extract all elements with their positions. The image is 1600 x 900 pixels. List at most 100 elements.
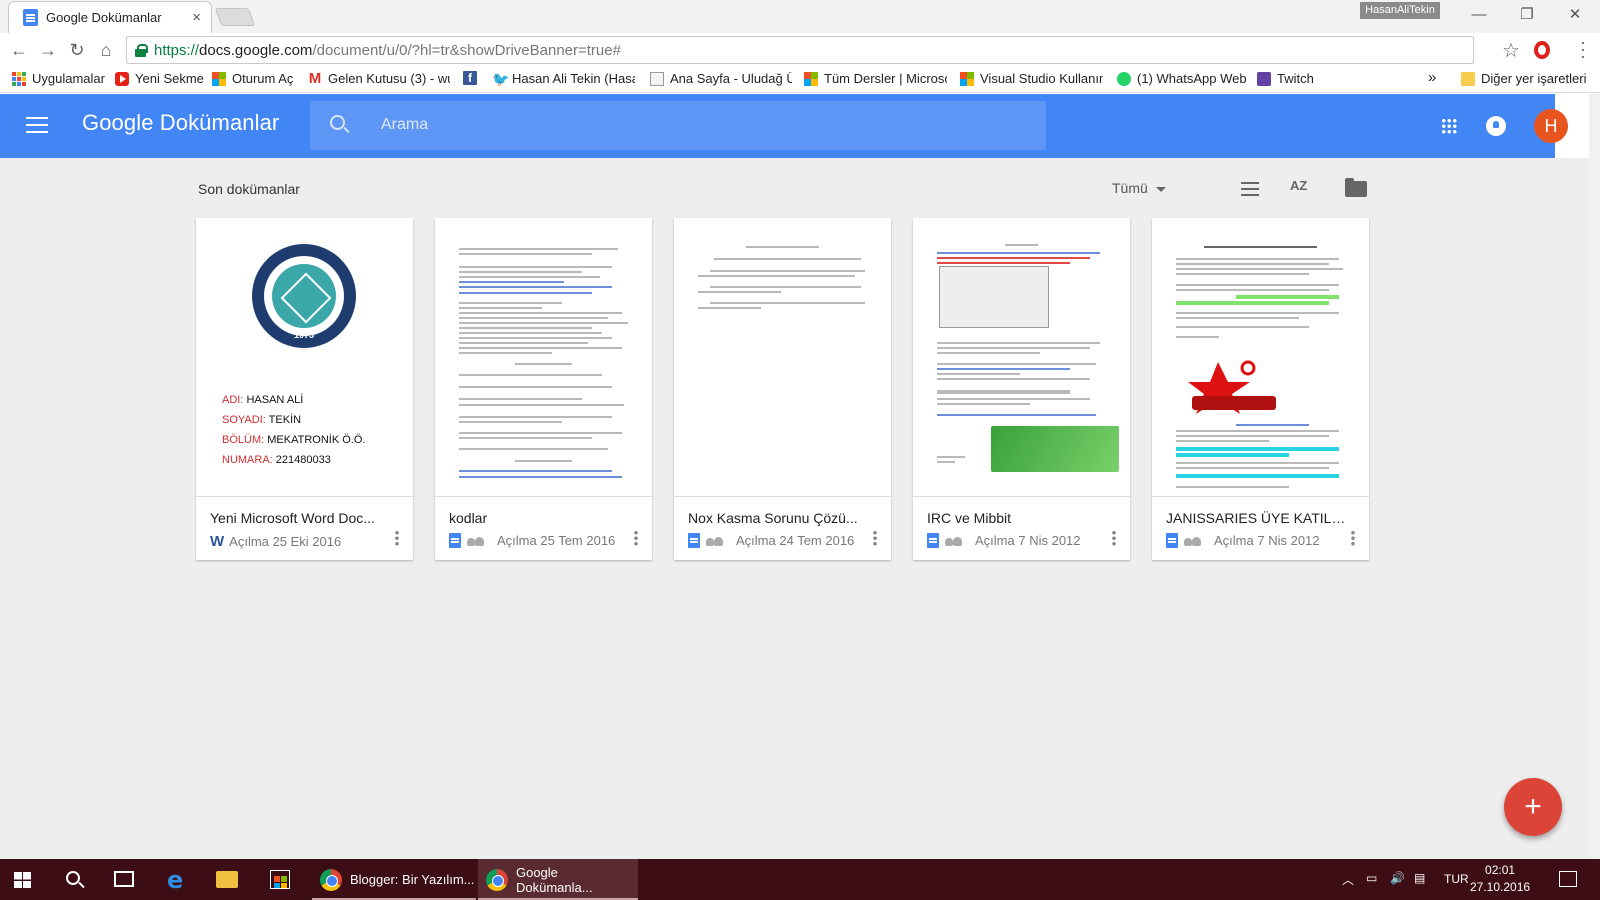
bookmark-label: Ana Sayfa - Uludağ Ü <box>670 71 792 86</box>
opened-label: Açılma <box>1214 533 1254 548</box>
chrome-icon <box>320 868 342 891</box>
document-meta: Açılma 24 Tem 2016 <box>688 533 854 548</box>
more-options-icon[interactable] <box>1112 530 1116 546</box>
bookmark-gmail[interactable]: M Gelen Kutusu (3) - wu <box>308 71 450 86</box>
network-icon[interactable]: ▤ <box>1414 871 1425 885</box>
file-explorer-icon[interactable] <box>216 871 238 888</box>
opera-extension-icon[interactable] <box>1534 41 1550 59</box>
bookmark-twitch[interactable]: Twitch <box>1257 71 1314 86</box>
sort-az-icon[interactable]: AZ <box>1290 178 1307 193</box>
reload-button[interactable]: ↻ <box>64 37 90 63</box>
new-document-button[interactable]: + <box>1504 778 1562 836</box>
page-scrollbar[interactable] <box>1589 94 1600 859</box>
windows-taskbar: e Blogger: Bir Yazılım... Google Doküman… <box>0 859 1600 900</box>
bookmark-uludag[interactable]: Ana Sayfa - Uludağ Ü <box>650 71 792 86</box>
bookmark-star-icon[interactable]: ☆ <box>1502 38 1520 63</box>
task-view-icon[interactable] <box>114 871 134 887</box>
document-card[interactable]: IRC ve Mibbit Açılma 7 Nis 2012 <box>913 218 1130 560</box>
account-avatar[interactable]: H <box>1534 109 1568 143</box>
back-button[interactable]: ← <box>6 37 32 63</box>
taskbar-app-blogger[interactable]: Blogger: Bir Yazılım... <box>312 859 476 900</box>
store-icon[interactable] <box>270 870 290 889</box>
tray-overflow-icon[interactable]: ︿ <box>1342 871 1354 888</box>
more-options-icon[interactable] <box>395 530 399 546</box>
bookmark-apps[interactable]: Uygulamalar <box>12 71 105 86</box>
other-bookmarks[interactable]: Diğer yer işaretleri <box>1461 71 1586 86</box>
minimize-button[interactable]: — <box>1456 3 1502 27</box>
battery-icon[interactable]: ▭ <box>1366 871 1377 885</box>
close-window-button[interactable]: ✕ <box>1552 3 1598 27</box>
folder-icon <box>1461 71 1475 86</box>
lock-icon <box>135 43 148 57</box>
tab-close-icon[interactable]: × <box>192 9 201 26</box>
document-card[interactable]: Nox Kasma Sorunu Çözü... Açılma 24 Tem 2… <box>674 218 891 560</box>
profile-chip[interactable]: HasanAliTekin <box>1360 2 1440 19</box>
action-center-icon[interactable] <box>1559 871 1577 887</box>
thumb-row-label: SOYADI: <box>222 414 266 426</box>
bookmark-all-courses[interactable]: Tüm Dersler | Microso <box>804 71 947 86</box>
bookmark-twitter[interactable]: 🐦 Hasan Ali Tekin (Hasar <box>492 71 635 86</box>
document-thumbnail <box>674 218 891 497</box>
file-picker-folder-icon[interactable] <box>1345 178 1367 197</box>
main-menu-icon[interactable] <box>26 117 48 134</box>
thumb-row-value: TEKİN <box>268 414 302 426</box>
shared-people-icon <box>1184 535 1202 547</box>
opened-label: Açılma <box>497 533 537 548</box>
owner-filter-dropdown[interactable]: Tümü <box>1112 180 1166 196</box>
search-icon <box>330 115 345 130</box>
home-button[interactable]: ⌂ <box>93 37 119 63</box>
more-options-icon[interactable] <box>634 530 638 546</box>
bookmark-label: Gelen Kutusu (3) - wu <box>328 71 450 86</box>
whatsapp-icon <box>1117 71 1131 86</box>
new-tab-button[interactable] <box>214 8 256 26</box>
screen: Google Dokümanlar × HasanAliTekin — ❐ ✕ … <box>0 0 1600 900</box>
youtube-icon <box>115 71 129 86</box>
taskbar-search-icon[interactable] <box>66 871 80 885</box>
volume-icon[interactable]: 🔊 <box>1390 871 1405 885</box>
bookmarks-overflow-button[interactable]: » <box>1428 69 1436 86</box>
list-view-icon[interactable] <box>1241 182 1259 196</box>
seal-year: 1975 <box>293 330 315 340</box>
opened-date: 24 Tem 2016 <box>779 533 855 548</box>
thumb-row-label: BÖLÜM: <box>222 434 265 446</box>
mibbit-chat-image <box>991 426 1119 472</box>
app-brand[interactable]: Google Dokümanlar <box>82 110 279 136</box>
page-icon <box>650 71 664 86</box>
document-thumbnail <box>913 218 1130 497</box>
windows-start-icon[interactable] <box>14 872 31 888</box>
apps-icon <box>12 71 26 86</box>
document-card[interactable]: JANISSARIES ÜYE KATILI... Açılma 7 Nis 2… <box>1152 218 1369 560</box>
restore-button[interactable]: ❐ <box>1504 3 1550 27</box>
document-card[interactable]: kodlar Açılma 25 Tem 2016 <box>435 218 652 560</box>
edge-browser-icon[interactable]: e <box>167 866 183 894</box>
search-input[interactable]: Arama <box>310 101 1046 150</box>
apps-grid-icon[interactable] <box>1441 118 1457 134</box>
bookmark-facebook[interactable]: f <box>463 71 483 85</box>
bookmark-label: Yeni Sekme <box>135 71 204 86</box>
document-thumbnail <box>435 218 652 497</box>
thumb-row: NUMARA: 221480033 <box>222 454 331 466</box>
bookmark-new-tab[interactable]: Yeni Sekme <box>115 71 204 86</box>
document-card[interactable]: 1975 ADI: HASAN ALİ SOYADI: TEKİN BÖLÜM:… <box>196 218 413 560</box>
forward-button[interactable]: → <box>35 37 61 63</box>
browser-menu-icon[interactable]: · · · <box>1580 33 1586 65</box>
taskbar-app-google-docs[interactable]: Google Dokümanla... <box>478 859 638 900</box>
google-doc-icon <box>927 533 939 548</box>
bookmark-sign-in[interactable]: Oturum Aç <box>212 71 293 86</box>
notifications-icon[interactable] <box>1486 116 1506 136</box>
document-title: Nox Kasma Sorunu Çözü... <box>688 510 858 526</box>
more-options-icon[interactable] <box>1351 530 1355 546</box>
language-indicator[interactable]: TUR <box>1444 872 1469 886</box>
taskbar-clock[interactable]: 02:01 27.10.2016 <box>1470 862 1530 896</box>
section-title: Son dokümanlar <box>198 181 300 197</box>
microsoft-icon <box>212 71 226 86</box>
bookmark-visual-studio[interactable]: Visual Studio Kullanım <box>960 71 1103 86</box>
browser-tab-active[interactable]: Google Dokümanlar × <box>8 1 212 33</box>
bookmark-label: Twitch <box>1277 71 1314 86</box>
address-bar[interactable]: https:// docs.google.com /document/u/0/?… <box>126 36 1474 64</box>
browser-titlebar: Google Dokümanlar × HasanAliTekin — ❐ ✕ <box>0 0 1600 33</box>
bookmark-whatsapp[interactable]: (1) WhatsApp Web <box>1117 71 1247 86</box>
more-options-icon[interactable] <box>873 530 877 546</box>
twitter-icon: 🐦 <box>492 71 510 86</box>
opened-label: Açılma <box>229 534 269 549</box>
